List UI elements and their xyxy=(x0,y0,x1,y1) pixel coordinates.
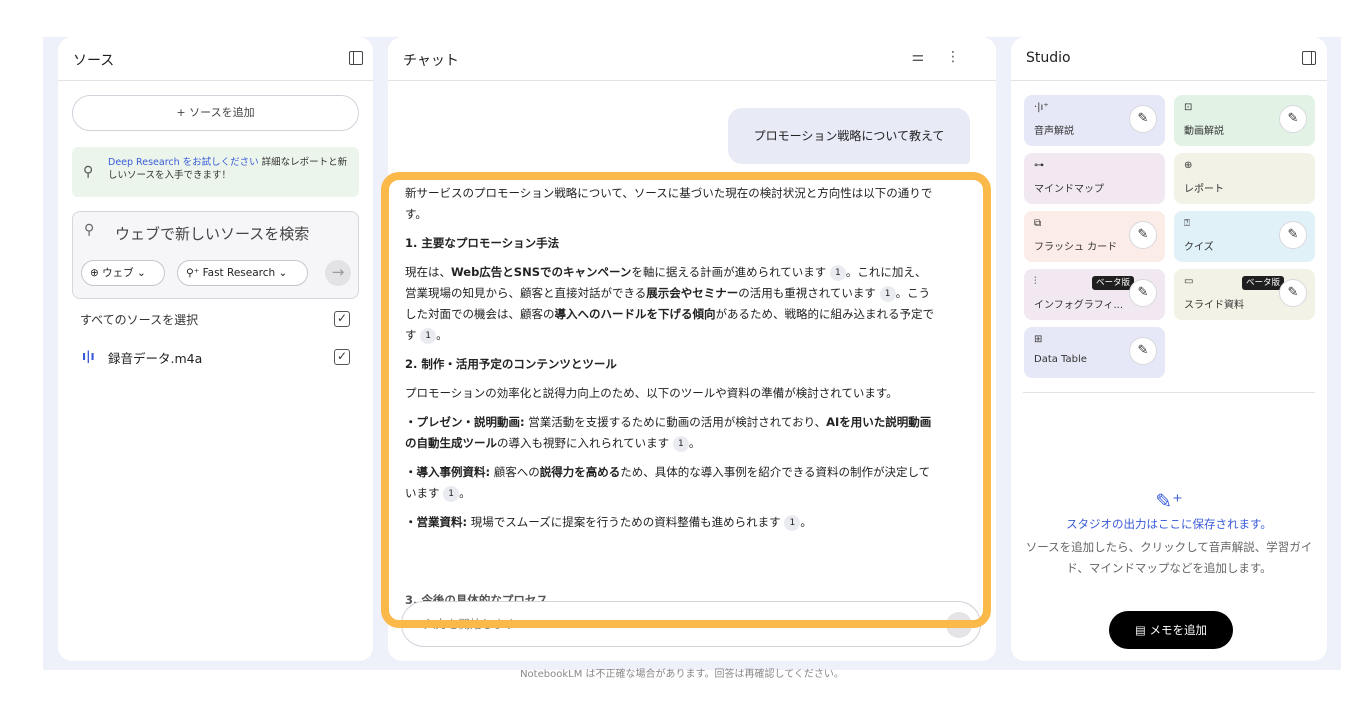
tile-icon: ⊕ xyxy=(1184,160,1193,171)
studio-tile[interactable]: ⊞ Data Table ✎ xyxy=(1024,327,1165,378)
tile-icon: ·|ı⁺ xyxy=(1034,102,1049,113)
tile-label: 音声解説 xyxy=(1034,126,1074,137)
add-note-label: メモを追加 xyxy=(1149,623,1208,637)
submit-search-button[interactable]: → xyxy=(325,260,351,286)
tile-label: 動画解説 xyxy=(1184,126,1224,137)
studio-panel: Studio ·|ı⁺ 音声解説 ✎ ⊡ 動画解説 ✎ ⊶ マインドマップ ⊕ レポート ⧉ フラッシ… xyxy=(1011,37,1327,661)
studio-tile[interactable]: ⊡ 動画解説 ✎ xyxy=(1174,95,1315,146)
studio-empty-desc: ソースを追加したら、クリックして音声解説、学習ガイド、マインドマップなどを追加し… xyxy=(1025,540,1313,575)
tile-label: フラッシュ カード xyxy=(1034,242,1118,253)
divider xyxy=(1023,392,1315,393)
chat-header: チャット ⚌⋮ xyxy=(388,37,996,81)
chat-title: チャット xyxy=(403,53,459,69)
magnifier-icon: ⚲ xyxy=(83,164,94,180)
deep-research-text: Deep Research をお試しください 詳細なレポートと新しいソースを入手… xyxy=(108,156,349,182)
search-input[interactable]: ウェブで新しいソースを検索 xyxy=(115,223,309,244)
magic-wand-icon: ✎⁺ xyxy=(1155,489,1183,513)
user-message: プロモーション戦略について教えて xyxy=(728,108,970,164)
edit-icon[interactable]: ✎ xyxy=(1129,337,1157,365)
deep-research-link[interactable]: Deep Research をお試しください xyxy=(108,157,259,168)
tile-icon: ⧉ xyxy=(1034,218,1042,229)
beta-badge: ベータ版 xyxy=(1092,276,1135,290)
tile-icon: ▭ xyxy=(1184,276,1194,287)
sparkle-search-icon: ⚲⁺ xyxy=(186,267,203,279)
tile-icon: ⊞ xyxy=(1034,334,1043,345)
add-source-button[interactable]: + ソースを追加 xyxy=(72,95,359,131)
source-item-checkbox[interactable]: ✓ xyxy=(334,349,350,365)
select-all-checkbox[interactable]: ✓ xyxy=(334,311,350,327)
tile-label: レポート xyxy=(1184,184,1224,195)
more-vert-icon[interactable]: ⋮ xyxy=(946,49,982,65)
tile-label: マインドマップ xyxy=(1034,184,1104,195)
note-icon: ▤ xyxy=(1134,623,1150,637)
tile-label: スライド資料 xyxy=(1184,300,1244,311)
chat-tools: ⚌⋮ xyxy=(911,49,982,65)
studio-header: Studio xyxy=(1011,37,1327,81)
edit-icon[interactable]: ✎ xyxy=(1279,105,1307,133)
source-item-label[interactable]: 録音データ.m4a xyxy=(108,348,202,367)
tile-label: インフォグラフィ... xyxy=(1034,300,1124,311)
tile-label: クイズ xyxy=(1184,242,1214,253)
sources-panel: ソース + ソースを追加 ⚲ Deep Research をお試しください 詳細… xyxy=(58,37,373,661)
edit-icon[interactable]: ✎ xyxy=(1129,105,1157,133)
tile-icon: ⊶ xyxy=(1034,160,1044,171)
studio-title: Studio xyxy=(1026,50,1071,66)
research-mode-label: Fast Research ⌄ xyxy=(202,267,288,279)
sources-header: ソース xyxy=(58,37,373,81)
edit-icon[interactable]: ✎ xyxy=(1279,221,1307,249)
edit-icon[interactable]: ✎ xyxy=(1279,279,1307,307)
tile-icon: ⍰ xyxy=(1184,218,1190,229)
tile-label: Data Table xyxy=(1034,354,1087,365)
studio-tile[interactable]: ⧉ フラッシュ カード ✎ xyxy=(1024,211,1165,262)
disclaimer-text: NotebookLM は不正確な場合があります。回答は再確認してください。 xyxy=(520,669,844,680)
add-note-button[interactable]: ▤ メモを追加 xyxy=(1109,611,1233,649)
sources-title: ソース xyxy=(73,53,115,69)
studio-tile[interactable]: ⊶ マインドマップ xyxy=(1024,153,1165,204)
tile-icon: ⊡ xyxy=(1184,102,1193,113)
studio-tile[interactable]: ⫶ インフォグラフィ... ベータ版 ✎ xyxy=(1024,269,1165,320)
studio-tile[interactable]: ·|ı⁺ 音声解説 ✎ xyxy=(1024,95,1165,146)
edit-icon[interactable]: ✎ xyxy=(1129,221,1157,249)
tile-icon: ⫶ xyxy=(1034,276,1037,287)
edit-icon[interactable]: ✎ xyxy=(1129,279,1157,307)
deep-research-banner[interactable]: ⚲ Deep Research をお試しください 詳細なレポートと新しいソースを… xyxy=(72,147,359,197)
collapse-panel-icon[interactable] xyxy=(349,51,363,65)
web-search-box: ⚲ ウェブで新しいソースを検索 ⊕ ウェブ ⌄ ⚲⁺ Fast Research… xyxy=(72,211,359,299)
web-source-dropdown[interactable]: ⊕ ウェブ ⌄ xyxy=(81,260,165,286)
beta-badge: ベータ版 xyxy=(1242,276,1285,290)
studio-empty-title: スタジオの出力はここに保存されます。 xyxy=(1066,517,1272,531)
search-icon: ⚲ xyxy=(84,222,95,238)
select-all-label: すべてのソースを選択 xyxy=(80,313,199,327)
studio-tile[interactable]: ▭ スライド資料 ベータ版 ✎ xyxy=(1174,269,1315,320)
research-mode-dropdown[interactable]: ⚲⁺ Fast Research ⌄ xyxy=(177,260,308,286)
highlight-frame xyxy=(381,172,991,628)
studio-tile[interactable]: ⍰ クイズ ✎ xyxy=(1174,211,1315,262)
collapse-panel-icon[interactable] xyxy=(1302,51,1316,65)
audio-icon: ı|ı xyxy=(82,349,95,363)
tune-icon[interactable]: ⚌ xyxy=(911,49,946,65)
studio-tile[interactable]: ⊕ レポート xyxy=(1174,153,1315,204)
